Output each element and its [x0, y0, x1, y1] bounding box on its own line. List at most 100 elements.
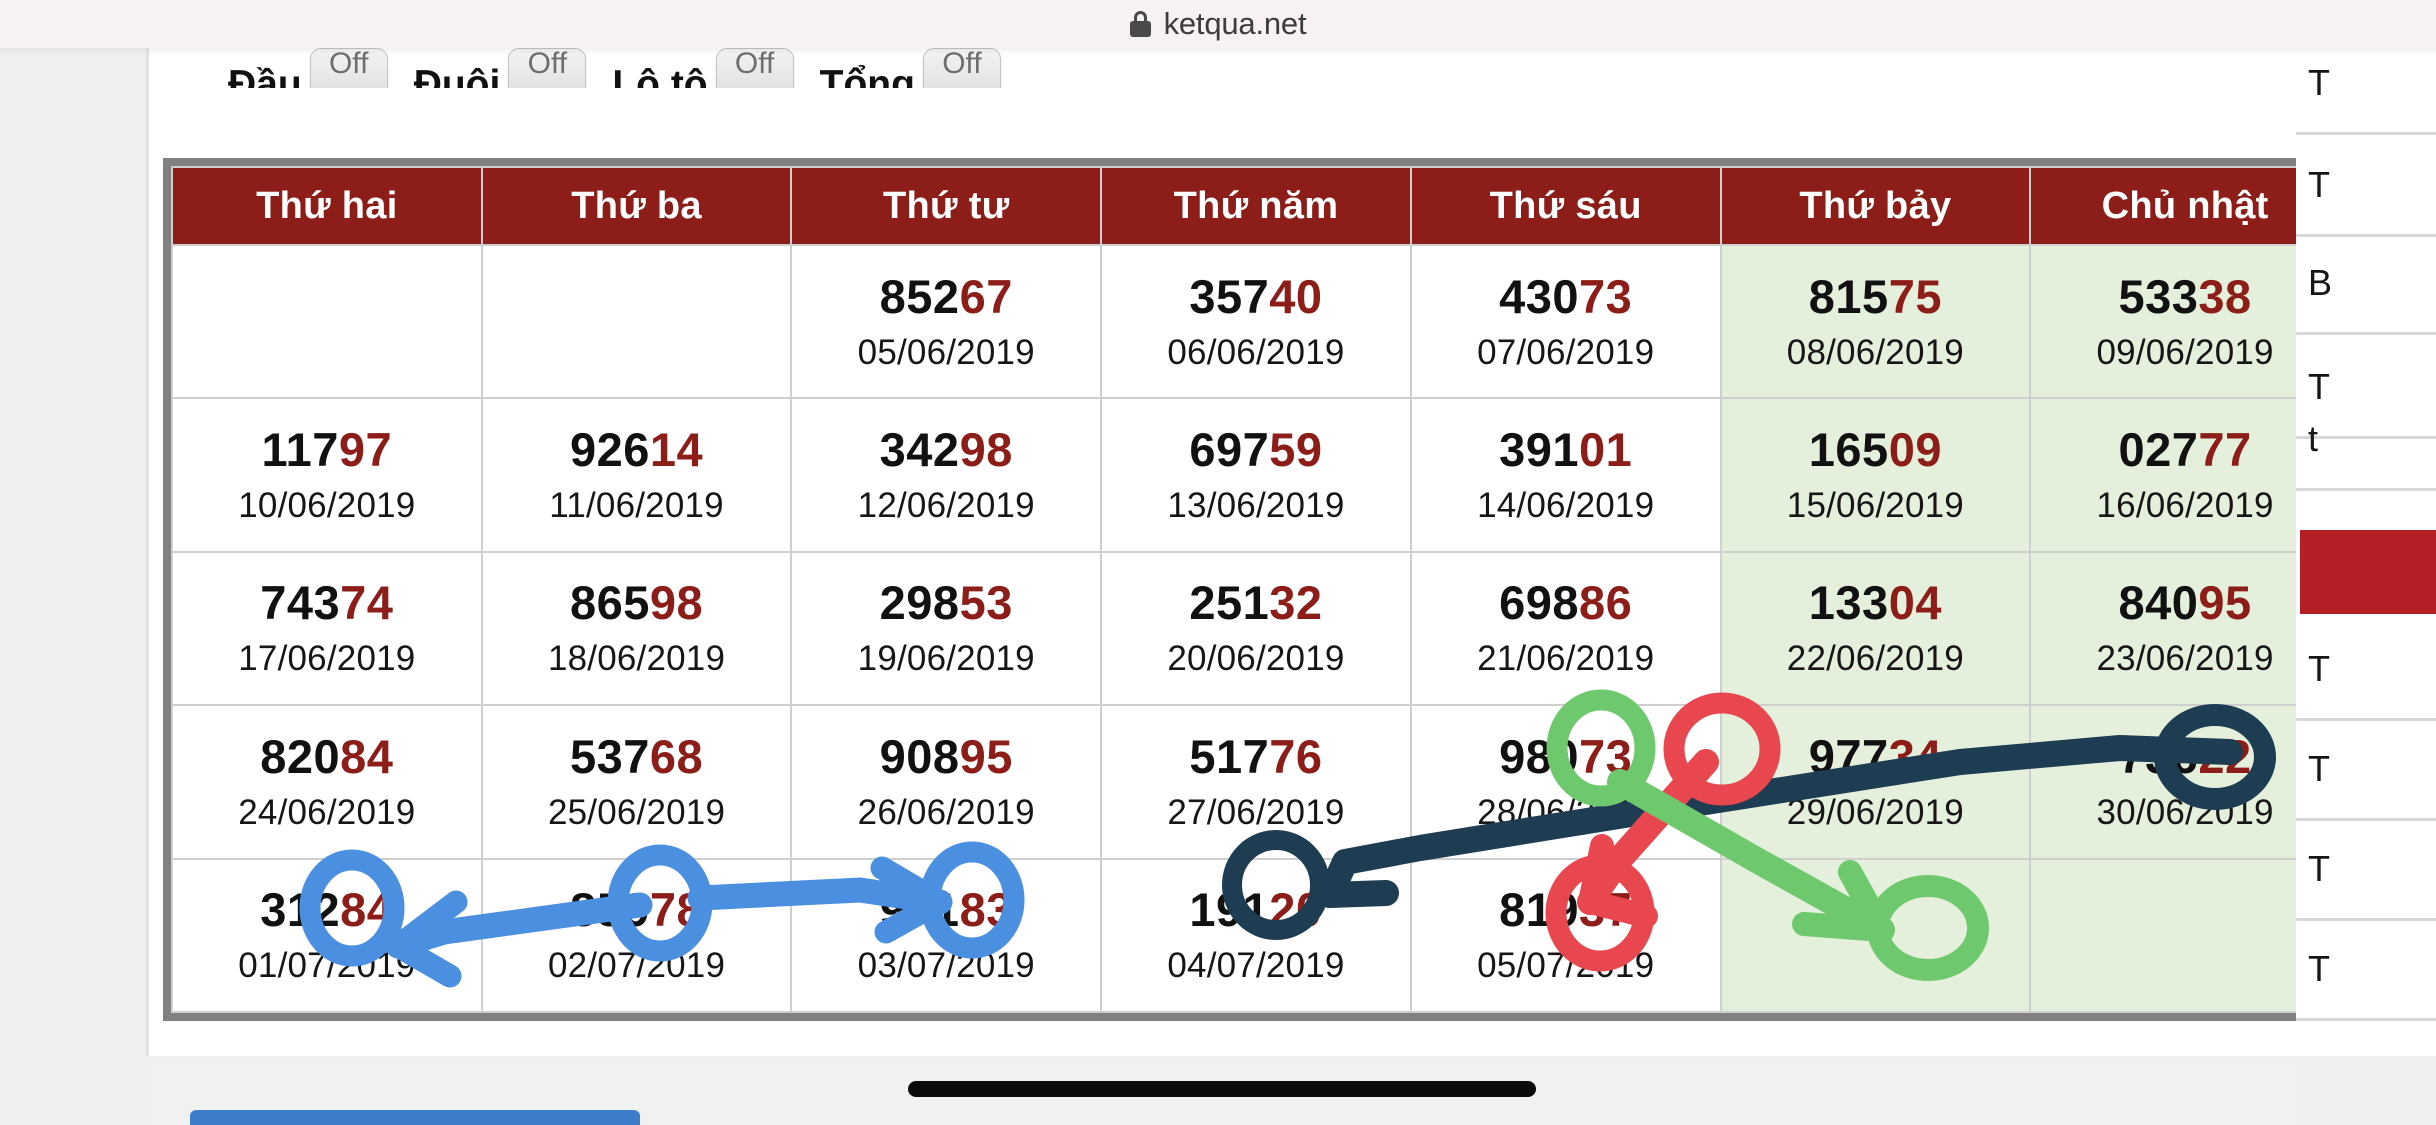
result-number: 73622 [2031, 728, 2339, 786]
result-date: 07/06/2019 [1477, 332, 1655, 372]
result-cell[interactable]: 53338 09/06/2019 [2029, 243, 2341, 400]
result-number: 19120 [1102, 881, 1410, 939]
result-number-tail: 78 [649, 883, 704, 937]
result-cell[interactable]: 97183 03/07/2019 [790, 857, 1103, 1014]
result-cell[interactable]: 11797 10/06/2019 [171, 397, 483, 553]
result-cell[interactable]: 69759 13/06/2019 [1100, 397, 1412, 553]
result-number: 43073 [1412, 268, 1720, 326]
result-number-tail: 84 [340, 729, 394, 783]
result-cell[interactable]: 98073 28/06/2019 [1409, 704, 1722, 860]
result-number-tail: 86 [1578, 576, 1633, 630]
result-cell[interactable]: 31284 01/07/2019 [171, 857, 483, 1014]
sidebar-text-fragment: T [2308, 948, 2330, 989]
result-number: 92614 [483, 421, 791, 479]
result-cell[interactable]: 85978 02/07/2019 [480, 857, 793, 1014]
result-cell[interactable]: 43073 07/06/2019 [1409, 243, 1722, 400]
result-number-head: 980 [1499, 729, 1579, 783]
result-date: 20/06/2019 [1167, 639, 1345, 679]
result-number-head: 743 [260, 576, 341, 630]
sidebar-divider [2296, 1018, 2436, 1021]
result-number-tail: 34 [1888, 729, 1942, 783]
result-cell[interactable] [480, 243, 793, 400]
filter-label: Lô tô [612, 63, 708, 88]
result-cell[interactable]: 85267 05/06/2019 [790, 243, 1103, 400]
result-number-tail: 53 [959, 576, 1013, 630]
result-cell[interactable]: 86598 18/06/2019 [480, 550, 793, 707]
result-number-tail: 20 [1269, 883, 1323, 937]
result-cell[interactable]: 25132 20/06/2019 [1100, 550, 1412, 707]
result-cell[interactable]: 69886 21/06/2019 [1409, 550, 1722, 707]
result-cell[interactable] [171, 243, 483, 400]
column-header-0: Thứ hai [171, 166, 483, 246]
result-date: 15/06/2019 [1786, 486, 1964, 526]
result-number-tail: 75 [1888, 269, 1942, 323]
result-date: 05/07/2019 [1477, 946, 1655, 986]
result-number-tail: 73 [1578, 269, 1633, 323]
result-date: 30/06/2019 [2096, 792, 2274, 832]
results-table-frame: Thứ hai Thứ ba Thứ tư Thứ năm Thứ sáu Thứ bảy… [163, 158, 2349, 1021]
result-date: 03/07/2019 [857, 946, 1035, 986]
sidebar-text-fragment: T [2308, 366, 2330, 407]
result-cell[interactable]: 84095 23/06/2019 [2029, 550, 2341, 707]
result-number-tail: 67 [959, 269, 1013, 323]
result-cell[interactable] [2029, 857, 2341, 1014]
results-table-header: Thứ hai Thứ ba Thứ tư Thứ năm Thứ sáu Thứ bảy… [171, 166, 2341, 246]
result-number: 85978 [483, 881, 791, 939]
result-cell[interactable]: 53768 25/06/2019 [480, 704, 793, 860]
result-cell[interactable]: 02777 16/06/2019 [2029, 397, 2341, 553]
result-cell[interactable]: 97734 29/06/2019 [1719, 704, 2032, 860]
sidebar-divider [2296, 234, 2436, 237]
result-number: 85267 [792, 268, 1100, 326]
result-cell[interactable]: 73622 30/06/2019 [2029, 704, 2341, 860]
result-cell[interactable]: 81575 08/06/2019 [1719, 243, 2032, 400]
result-cell[interactable]: 39101 14/06/2019 [1409, 397, 1722, 553]
results-table-body: 85267 05/06/2019 35740 06/06/2019 43073 07/06… [171, 243, 2341, 1014]
result-cell[interactable]: 19120 04/07/2019 [1100, 857, 1412, 1014]
sidebar-divider [2296, 332, 2436, 335]
result-number: 31284 [173, 881, 481, 939]
result-number-tail: 84 [340, 883, 394, 937]
result-cell[interactable] [1719, 857, 2032, 1014]
table-row: 82084 24/06/2019 53768 25/06/2019 90895 26/06… [171, 704, 2341, 860]
result-number-head: 191 [1189, 883, 1270, 937]
result-number-tail: 59 [1269, 423, 1323, 477]
sidebar-divider [2296, 718, 2436, 721]
sidebar-text-fragment: B [2308, 262, 2333, 303]
page-left-gutter [110, 48, 148, 1125]
result-cell[interactable]: 82084 24/06/2019 [171, 704, 483, 860]
result-number-head: 517 [1189, 729, 1270, 783]
result-cell[interactable]: 74374 17/06/2019 [171, 550, 483, 707]
result-cell[interactable]: 13304 22/06/2019 [1719, 550, 2032, 707]
result-number-tail: 32 [1269, 576, 1323, 630]
result-number-tail: 73 [1578, 729, 1633, 783]
sidebar-text-fragment: T [2308, 848, 2330, 889]
sidebar-text-fragment: T [2308, 164, 2330, 205]
column-header-6: Chủ nhật [2029, 166, 2341, 246]
browser-address-bar[interactable]: ketqua.net [0, 0, 2436, 48]
result-number-tail: 68 [649, 729, 704, 783]
result-number: 81575 [1722, 268, 2030, 326]
result-cell[interactable]: 92614 11/06/2019 [480, 397, 793, 553]
result-number: 34298 [792, 421, 1100, 479]
result-number-head: 391 [1499, 423, 1579, 477]
result-cell[interactable]: 35740 06/06/2019 [1100, 243, 1412, 400]
result-cell[interactable]: 51776 27/06/2019 [1100, 704, 1412, 860]
result-cell[interactable]: 81937 05/07/2019 [1409, 857, 1722, 1014]
result-date: 25/06/2019 [547, 792, 726, 832]
result-number-tail: 09 [1888, 423, 1942, 477]
result-cell[interactable]: 90895 26/06/2019 [790, 704, 1103, 860]
table-header-row: Thứ hai Thứ ba Thứ tư Thứ năm Thứ sáu Thứ bảy… [171, 166, 2341, 246]
result-number-tail: 83 [959, 883, 1013, 937]
lock-icon [1129, 11, 1151, 37]
bottom-blue-button[interactable] [190, 1110, 640, 1125]
filter-label: Tổng [819, 63, 915, 88]
result-number: 81937 [1412, 881, 1720, 939]
result-number: 69886 [1412, 574, 1720, 632]
sidebar-red-banner[interactable] [2300, 530, 2436, 614]
result-cell[interactable]: 29853 19/06/2019 [790, 550, 1103, 707]
result-cell[interactable]: 16509 15/06/2019 [1719, 397, 2032, 553]
url-display[interactable]: ketqua.net [1129, 6, 1307, 42]
result-date: 01/07/2019 [238, 946, 416, 986]
horizontal-scrollbar[interactable] [908, 1081, 1536, 1097]
result-cell[interactable]: 34298 12/06/2019 [790, 397, 1103, 553]
